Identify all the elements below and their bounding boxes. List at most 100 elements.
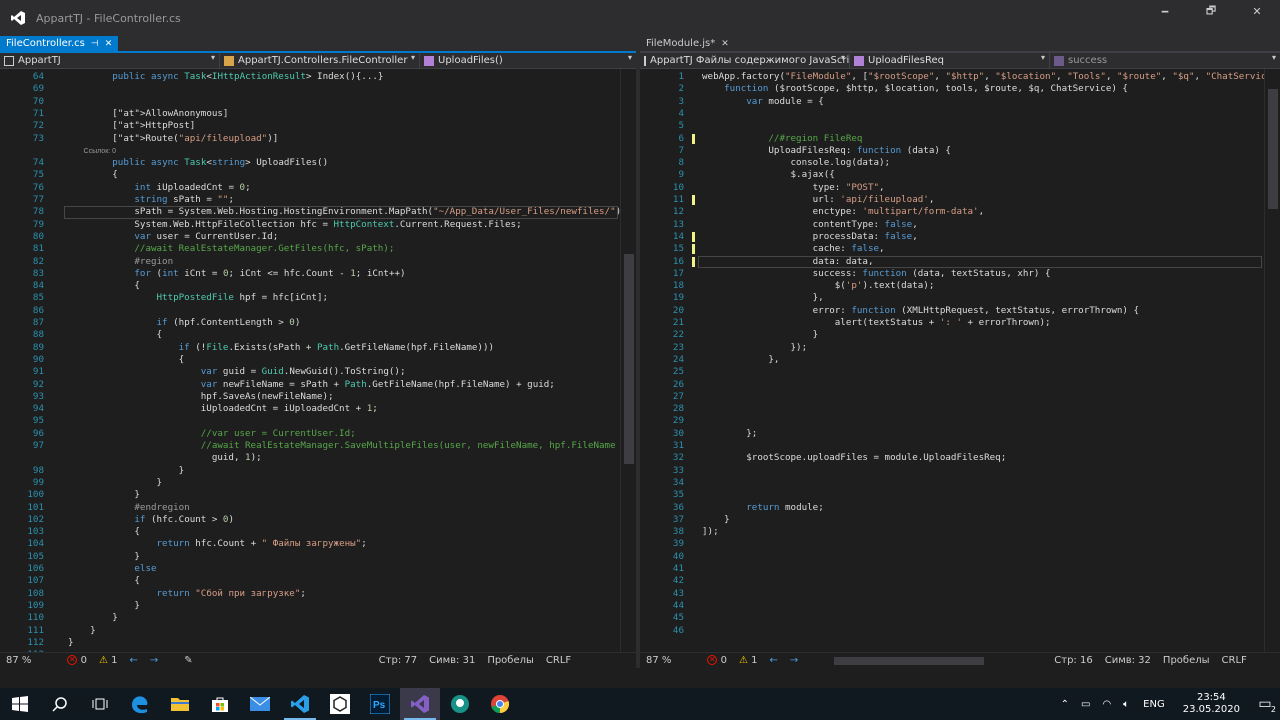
code-line[interactable]: 5	[640, 120, 1280, 132]
code-line[interactable]: 6 //#region FileReq	[640, 133, 1280, 145]
code-line[interactable]: 94 iUploadedCnt = iUploadedCnt + 1;	[0, 403, 636, 415]
code-line[interactable]: 83 for (int iCnt = 0; iCnt <= hfc.Count …	[0, 268, 636, 280]
code-line[interactable]: 107 {	[0, 575, 636, 587]
clock[interactable]: 23:54 23.05.2020	[1183, 692, 1240, 716]
code-line[interactable]: 106 else	[0, 563, 636, 575]
network-icon[interactable]: ▭	[1081, 699, 1090, 710]
tab-filemodule[interactable]: FileModule.js* ✕	[640, 36, 735, 51]
input-language[interactable]: ENG	[1143, 699, 1165, 710]
code-line[interactable]: 80 var user = CurrentUser.Id;	[0, 231, 636, 243]
code-line[interactable]: 34	[640, 477, 1280, 489]
file-explorer-icon[interactable]	[160, 688, 200, 720]
close-tab-icon[interactable]: ✕	[721, 39, 729, 49]
mail-icon[interactable]	[240, 688, 280, 720]
scroll-thumb[interactable]	[1268, 89, 1278, 209]
code-editor[interactable]: 1 webApp.factory("FileModule", ["$rootSco…	[640, 69, 1280, 668]
code-line[interactable]: Ссылок: 0	[0, 145, 636, 157]
code-line[interactable]: 69	[0, 83, 636, 95]
code-line[interactable]: 82 #region	[0, 256, 636, 268]
project-dropdown[interactable]: AppartTJ ▾	[0, 53, 220, 68]
sub-member-dropdown[interactable]: success ▾	[1050, 53, 1280, 68]
indent-mode[interactable]: Пробелы	[487, 655, 534, 666]
nav-back-icon[interactable]: ←	[770, 655, 778, 666]
code-line[interactable]: 91 var guid = Guid.NewGuid().ToString();	[0, 366, 636, 378]
code-line[interactable]: 45	[640, 612, 1280, 624]
code-line[interactable]: 85 HttpPostedFile hpf = hfc[iCnt];	[0, 292, 636, 304]
code-line[interactable]: 42	[640, 575, 1280, 587]
code-line[interactable]: 76 int iUploadedCnt = 0;	[0, 182, 636, 194]
code-line[interactable]: 97 //await RealEstateManager.SaveMultipl…	[0, 440, 636, 452]
code-line[interactable]: 35	[640, 489, 1280, 501]
minimize-button[interactable]: 🗕	[1142, 0, 1188, 22]
store-icon[interactable]	[200, 688, 240, 720]
class-dropdown[interactable]: AppartTJ.Controllers.FileController ▾	[220, 53, 420, 68]
code-line[interactable]: guid, 1);	[0, 452, 636, 464]
nav-back-icon[interactable]: ←	[130, 655, 138, 666]
code-line[interactable]: 79 System.Web.HttpFileCollection hfc = H…	[0, 219, 636, 231]
code-line[interactable]: 72 ["at">HttpPost]	[0, 120, 636, 132]
code-line[interactable]: 71 ["at">AllowAnonymous]	[0, 108, 636, 120]
code-line[interactable]: 95	[0, 415, 636, 427]
code-line[interactable]: 112}	[0, 637, 636, 649]
nav-forward-icon[interactable]: →	[150, 655, 158, 666]
close-tab-icon[interactable]: ✕	[105, 39, 113, 49]
code-line[interactable]: 15 cache: false,	[640, 243, 1280, 255]
code-line[interactable]: 43	[640, 588, 1280, 600]
code-line[interactable]: 32 $rootScope.uploadFiles = module.Uploa…	[640, 452, 1280, 464]
code-line[interactable]: 22 }	[640, 329, 1280, 341]
zoom-level[interactable]: 87 %	[646, 655, 671, 666]
code-line[interactable]: 110 }	[0, 612, 636, 624]
code-line[interactable]: 31	[640, 440, 1280, 452]
nav-forward-icon[interactable]: →	[790, 655, 798, 666]
volume-icon[interactable]: 🔈︎	[1123, 699, 1129, 710]
unity-icon[interactable]	[320, 688, 360, 720]
line-ending[interactable]: CRLF	[1222, 655, 1247, 666]
code-line[interactable]: 30 };	[640, 428, 1280, 440]
code-line[interactable]: 17 success: function (data, textStatus, …	[640, 268, 1280, 280]
code-line[interactable]: 64 public async Task<IHttpActionResult> …	[0, 71, 636, 83]
code-line[interactable]: 84 {	[0, 280, 636, 292]
code-line[interactable]: 21 alert(textStatus + ': ' + errorThrown…	[640, 317, 1280, 329]
code-line[interactable]: 74 public async Task<string> UploadFiles…	[0, 157, 636, 169]
restore-button[interactable]: 🗗	[1188, 0, 1234, 22]
code-line[interactable]: 75 {	[0, 169, 636, 181]
scroll-thumb[interactable]	[624, 254, 634, 464]
code-line[interactable]: 11 url: 'api/fileupload',	[640, 194, 1280, 206]
code-line[interactable]: 7 UploadFilesReq: function (data) {	[640, 145, 1280, 157]
show-hidden-icons-icon[interactable]: ⌃	[1061, 699, 1069, 710]
pin-icon[interactable]: ⊣	[91, 39, 99, 49]
code-line[interactable]: 29	[640, 415, 1280, 427]
code-line[interactable]: 12 enctype: 'multipart/form-data',	[640, 206, 1280, 218]
code-line[interactable]: 81 //await RealEstateManager.GetFiles(hf…	[0, 243, 636, 255]
code-line[interactable]: 103 {	[0, 526, 636, 538]
code-line[interactable]: 36 return module;	[640, 502, 1280, 514]
code-line[interactable]: 109 }	[0, 600, 636, 612]
code-line[interactable]: 105 }	[0, 551, 636, 563]
code-line[interactable]: 39	[640, 538, 1280, 550]
code-line[interactable]: 102 if (hfc.Count > 0)	[0, 514, 636, 526]
code-line[interactable]: 8 console.log(data);	[640, 157, 1280, 169]
gitkraken-icon[interactable]	[440, 688, 480, 720]
edge-icon[interactable]	[120, 688, 160, 720]
brush-icon[interactable]: ✎	[184, 655, 192, 666]
code-line[interactable]: 101 #endregion	[0, 502, 636, 514]
code-line[interactable]: 99 }	[0, 477, 636, 489]
indent-mode[interactable]: Пробелы	[1163, 655, 1210, 666]
vscode-icon[interactable]	[280, 688, 320, 720]
code-line[interactable]: 33	[640, 465, 1280, 477]
code-line[interactable]: 16 data: data,	[640, 255, 1280, 268]
code-line[interactable]: 28	[640, 403, 1280, 415]
code-line[interactable]: 78 sPath = System.Web.Hosting.HostingEnv…	[0, 206, 636, 219]
code-line[interactable]: 4	[640, 108, 1280, 120]
code-line[interactable]: 92 var newFileName = sPath + Path.GetFil…	[0, 379, 636, 391]
code-line[interactable]: 70	[0, 96, 636, 108]
code-line[interactable]: 46	[640, 625, 1280, 637]
code-line[interactable]: 27	[640, 391, 1280, 403]
code-line[interactable]: 104 return hfc.Count + " Файлы загружены…	[0, 538, 636, 550]
horizontal-scrollbar[interactable]	[814, 653, 1014, 669]
code-line[interactable]: 9 $.ajax({	[640, 169, 1280, 181]
search-icon[interactable]	[40, 688, 80, 720]
code-line[interactable]: 100 }	[0, 489, 636, 501]
member-dropdown[interactable]: UploadFiles() ▾	[420, 53, 636, 68]
code-line[interactable]: 73 ["at">Route("api/fileupload")]	[0, 133, 636, 145]
